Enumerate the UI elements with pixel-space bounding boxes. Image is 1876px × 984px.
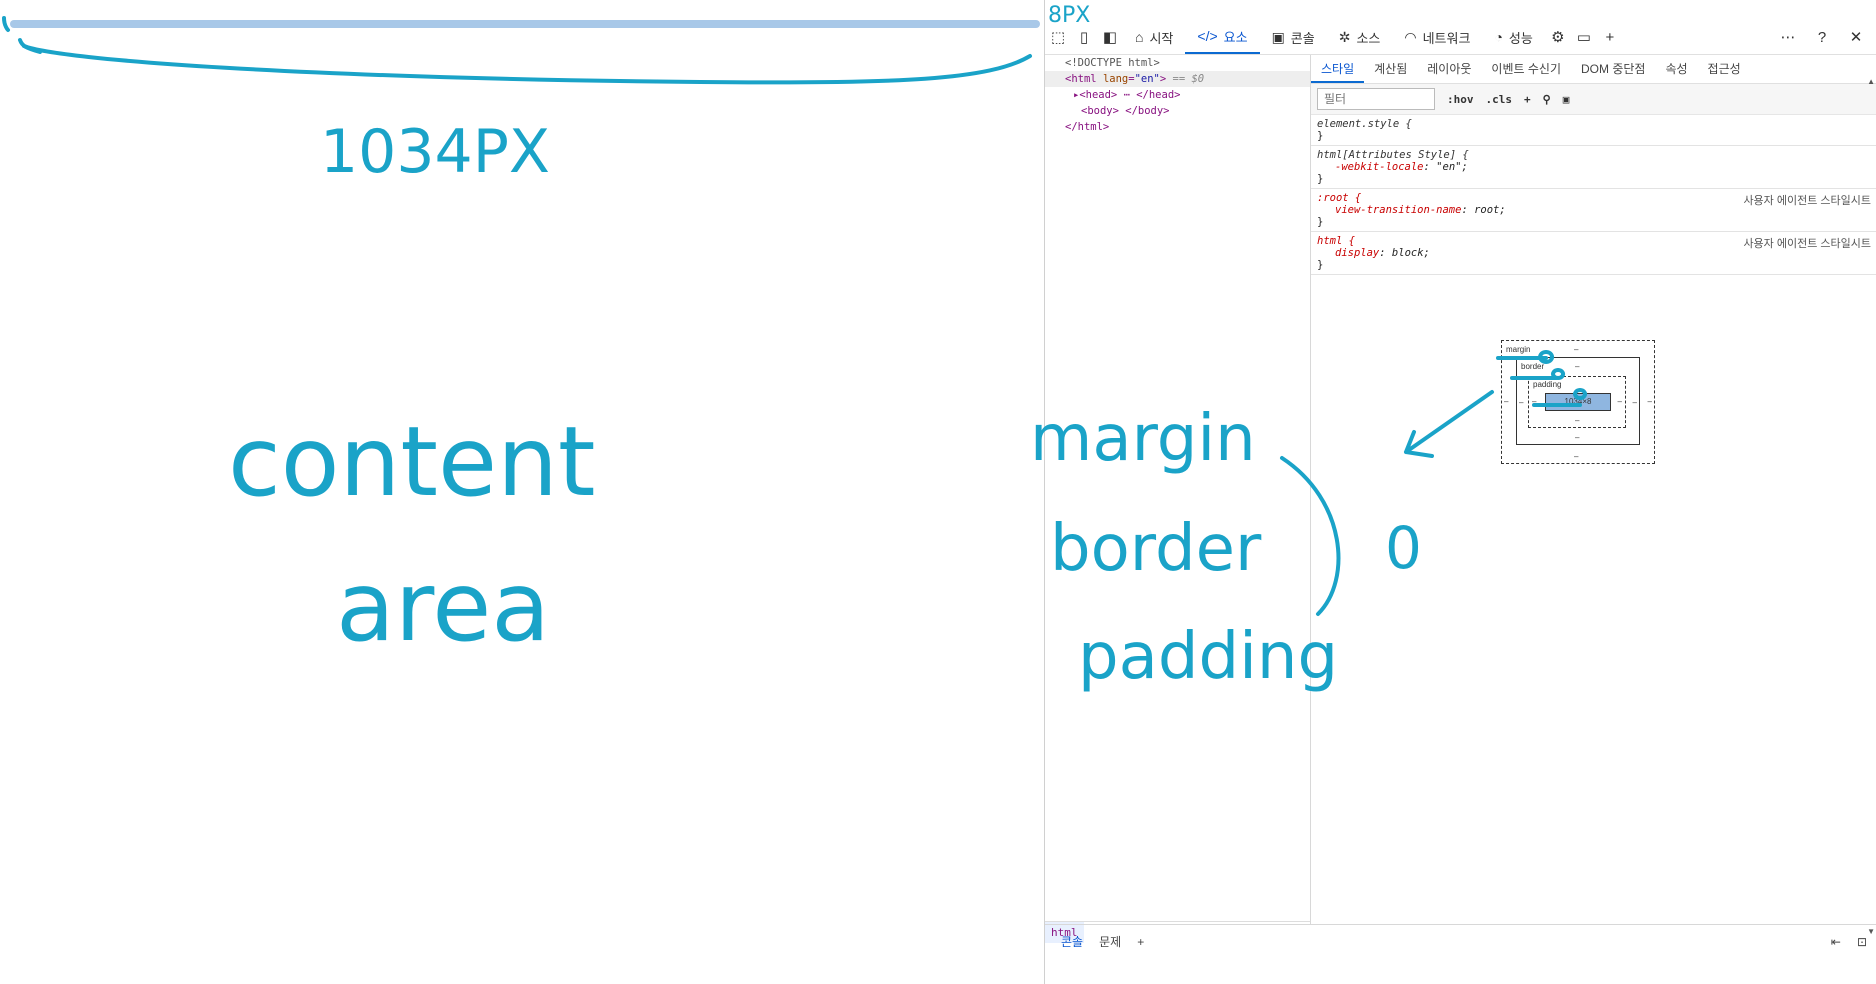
styles-subtabs: 스타일 계산됨 레이아웃 이벤트 수신기 DOM 중단점 속성 접근성: [1311, 55, 1876, 84]
rule-html-attributes[interactable]: html[Attributes Style] { -webkit-locale:…: [1311, 146, 1876, 189]
styles-filter-bar: :hov .cls + ⚲ ▣: [1311, 84, 1876, 115]
drawer-add-tab-icon[interactable]: +: [1137, 935, 1144, 949]
rule-source: 사용자 에이전트 스타일시트: [1743, 238, 1871, 250]
toggle-sidebar-icon[interactable]: ▣: [1563, 93, 1570, 106]
drawer-tab-issues[interactable]: 문제: [1099, 933, 1121, 950]
box-border: border – – – – padding – – – 1034×8: [1516, 357, 1640, 445]
expand-drawer-icon[interactable]: ⊡: [1857, 935, 1876, 949]
tab-network[interactable]: ◠ 네트워크: [1392, 20, 1482, 54]
app-window-icon[interactable]: ▭: [1571, 24, 1597, 50]
subtab-styles[interactable]: 스타일: [1311, 55, 1365, 83]
add-tab-icon[interactable]: +: [1597, 24, 1623, 50]
settings-gear-icon[interactable]: ⚙: [1545, 24, 1571, 50]
code-icon: </>: [1197, 28, 1218, 44]
box-content: 1034×8: [1545, 393, 1611, 411]
html-close-node: </html>: [1065, 121, 1110, 133]
body-node[interactable]: <body> </body>: [1045, 103, 1310, 119]
hov-button[interactable]: :hov: [1447, 93, 1474, 106]
drawer-tab-console[interactable]: 콘솔: [1061, 933, 1083, 950]
gauge-icon: ◔: [1494, 29, 1503, 45]
rule-source: 사용자 에이전트 스타일시트: [1743, 195, 1871, 207]
border-label: border: [1521, 362, 1545, 371]
wifi-icon: ◠: [1404, 28, 1417, 45]
box-padding: padding – – – 1034×8: [1528, 376, 1626, 428]
rule-html[interactable]: html { 사용자 에이전트 스타일시트 display: block; }: [1311, 232, 1876, 275]
paint-brush-icon[interactable]: ⚲: [1543, 93, 1551, 106]
more-options-icon[interactable]: ⋯: [1775, 24, 1801, 50]
html-node[interactable]: <html lang="en"> == $0: [1045, 71, 1310, 87]
tab-performance[interactable]: ◔ 성능: [1482, 20, 1544, 54]
devtools-panel: ⬚ ▯ ◧ ⌂ 시작 </> 요소 ▣ 콘솔 ✲ 소스 ◠ 네트워크 ◔ 성능 ⚙ ▭ + …: [1044, 0, 1876, 984]
rule-element-style[interactable]: element.style { }: [1311, 115, 1876, 146]
padding-label: padding: [1533, 380, 1562, 389]
tab-welcome[interactable]: ⌂ 시작: [1123, 20, 1185, 54]
device-toolbar-icon[interactable]: ▯: [1071, 24, 1097, 50]
tab-sources[interactable]: ✲ 소스: [1327, 20, 1393, 54]
cls-button[interactable]: .cls: [1486, 93, 1513, 106]
html-element-highlight: [10, 20, 1040, 28]
subtab-computed[interactable]: 계산됨: [1364, 55, 1417, 83]
new-rule-icon[interactable]: +: [1524, 93, 1531, 106]
tab-elements[interactable]: </> 요소: [1185, 20, 1260, 54]
scroll-up-icon[interactable]: ▲: [1867, 77, 1875, 86]
box-model-diagram: margin – – – – border – – – – padding – …: [1501, 340, 1655, 464]
drawer-bar: 콘솔 문제 + ⇤ ⊡: [1045, 924, 1876, 958]
subtab-layout[interactable]: 레이아웃: [1417, 55, 1481, 83]
subtab-properties[interactable]: 속성: [1655, 55, 1697, 83]
console-icon: ▣: [1271, 28, 1285, 45]
subtab-event-listeners[interactable]: 이벤트 수신기: [1481, 55, 1571, 83]
help-icon[interactable]: ?: [1809, 24, 1835, 50]
dock-icon[interactable]: ◧: [1097, 24, 1123, 50]
margin-label: margin: [1506, 345, 1531, 354]
dock-drawer-icon[interactable]: ⇤: [1831, 935, 1841, 949]
devtools-toolbar: ⬚ ▯ ◧ ⌂ 시작 </> 요소 ▣ 콘솔 ✲ 소스 ◠ 네트워크 ◔ 성능 ⚙ ▭ + …: [1045, 20, 1876, 55]
styles-pane: 스타일 계산됨 레이아웃 이벤트 수신기 DOM 중단점 속성 접근성 :hov…: [1311, 55, 1876, 936]
doctype-node[interactable]: <!DOCTYPE html>: [1045, 55, 1310, 71]
elements-tree: <!DOCTYPE html> <html lang="en"> == $0 ▸…: [1045, 55, 1311, 943]
page-viewport: [0, 0, 1044, 984]
home-icon: ⌂: [1135, 29, 1144, 45]
head-node[interactable]: ▸<head> ⋯ </head>: [1045, 87, 1310, 103]
bug-icon: ✲: [1338, 28, 1351, 45]
inspect-icon[interactable]: ⬚: [1045, 24, 1071, 50]
filter-input[interactable]: [1317, 88, 1435, 110]
tab-console[interactable]: ▣ 콘솔: [1260, 20, 1327, 54]
subtab-accessibility[interactable]: 접근성: [1698, 55, 1751, 83]
subtab-dom-breakpoints[interactable]: DOM 중단점: [1571, 55, 1655, 83]
close-icon[interactable]: ✕: [1843, 24, 1869, 50]
rule-root[interactable]: :root { 사용자 에이전트 스타일시트 view-transition-n…: [1311, 189, 1876, 232]
